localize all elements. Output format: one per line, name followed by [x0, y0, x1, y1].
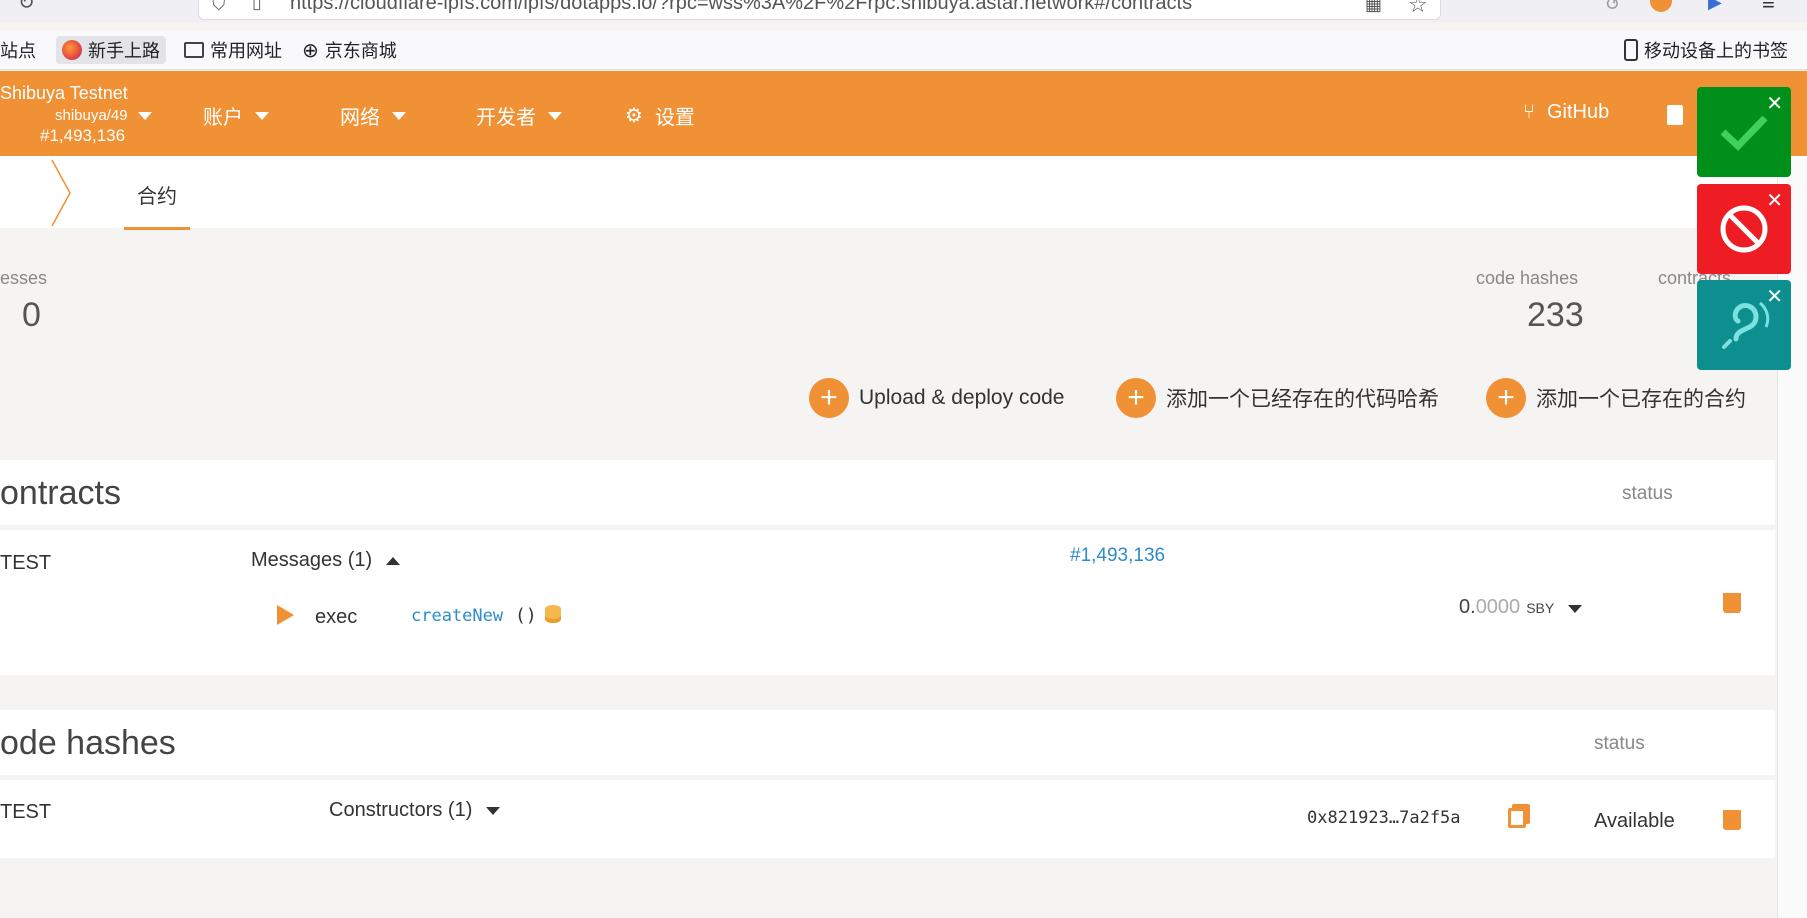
constructors-toggle[interactable]: Constructors (1) — [329, 799, 501, 822]
close-icon[interactable]: ✕ — [1766, 188, 1783, 213]
bookmark-getting-started[interactable]: 新手上路 — [56, 36, 166, 64]
app-menu-icon[interactable]: ≡ — [1762, 0, 1775, 16]
message-args: () — [515, 605, 537, 626]
message-name[interactable]: createNew — [411, 606, 503, 626]
mobile-device-icon — [1624, 39, 1638, 61]
code-hashes-status-header: status — [1594, 733, 1645, 754]
firefox-icon — [62, 40, 82, 60]
messages-toggle[interactable]: Messages (1) — [251, 549, 401, 572]
chevron-down-icon — [486, 806, 501, 815]
summary-value-code-hashes: 233 — [1527, 296, 1584, 334]
plus-icon: + — [1116, 378, 1156, 418]
tab-bar — [0, 156, 1807, 228]
page-info-icon[interactable]: ▯ — [252, 0, 262, 13]
chevron-down-icon — [1568, 605, 1583, 613]
close-icon[interactable]: ✕ — [1766, 284, 1783, 309]
shield-icon[interactable]: ⛉ — [212, 0, 226, 15]
contract-name: TEST — [0, 552, 52, 574]
checkmark-icon — [1720, 115, 1768, 151]
close-icon[interactable]: ✕ — [1766, 91, 1783, 116]
code-hash-name: TEST — [0, 801, 52, 823]
gears-icon: ⚙ — [625, 105, 643, 127]
header-block-number: #1,493,136 — [40, 126, 126, 145]
bookmark-common-sites[interactable]: 常用网址 — [178, 36, 288, 64]
contracts-status-header: status — [1622, 483, 1673, 504]
contracts-title: ontracts — [0, 474, 121, 512]
add-contract-button[interactable]: + 添加一个已存在的合约 — [1486, 378, 1746, 418]
docs-book-icon[interactable] — [1667, 105, 1683, 125]
reload-icon[interactable]: ↻ — [18, 0, 35, 15]
prohibited-icon — [1720, 205, 1768, 253]
delete-contract-icon[interactable] — [1723, 593, 1741, 613]
git-branch-icon: ⑂ — [1523, 101, 1535, 123]
globe-icon: ⊕ — [302, 39, 319, 62]
code-hashes-title: ode hashes — [0, 724, 176, 762]
plus-icon: + — [1486, 378, 1526, 418]
chevron-up-icon — [386, 556, 401, 565]
plus-icon: + — [809, 378, 849, 418]
copy-icon[interactable] — [1508, 808, 1526, 828]
summary-value-left: 0 — [22, 296, 41, 334]
listen-overlay-button[interactable]: ✕ — [1697, 280, 1791, 370]
exec-play-button[interactable] — [277, 605, 294, 625]
github-link[interactable]: ⑂ GitHub — [1523, 101, 1609, 124]
contracts-header — [0, 460, 1775, 525]
approve-overlay-button[interactable]: ✕ — [1697, 87, 1791, 177]
menu-settings[interactable]: ⚙ 设置 — [625, 101, 695, 130]
play-extension-icon[interactable]: ▶ — [1708, 0, 1722, 13]
code-hash-status: Available — [1594, 810, 1675, 832]
bookmark-jd-mall[interactable]: ⊕ 京东商城 — [296, 36, 403, 64]
code-hash-value: 0x821923…7a2f5a — [1307, 808, 1461, 828]
upload-deploy-button[interactable]: + Upload & deploy code — [809, 378, 1064, 418]
bookmark-sites[interactable]: 站点 — [0, 36, 42, 64]
chevron-down-icon — [548, 111, 562, 120]
chevron-down-icon — [137, 111, 152, 120]
bookmark-mobile[interactable]: 移动设备上的书签 — [1618, 36, 1794, 64]
menu-accounts[interactable]: 账户 — [203, 101, 269, 130]
menu-developer[interactable]: 开发者 — [476, 101, 562, 130]
block-overlay-button[interactable]: ✕ — [1697, 184, 1791, 274]
url-text[interactable]: https://cloudflare-ipfs.com/ipfs/dotapps… — [290, 0, 1192, 15]
chevron-down-icon — [255, 111, 269, 120]
chain-version-selector[interactable]: shibuya/49 — [55, 107, 152, 124]
chain-name[interactable]: Shibuya Testnet — [0, 83, 128, 104]
contract-balance[interactable]: 0. 0000 SBY — [1459, 596, 1583, 619]
breadcrumb-chevron-icon — [51, 159, 71, 227]
ear-icon — [1722, 301, 1770, 349]
code-hashes-header — [0, 710, 1775, 775]
summary-label-code-hashes: code hashes — [1476, 268, 1579, 288]
qr-code-icon[interactable]: ▦ — [1365, 0, 1382, 15]
sync-icon[interactable]: ↺ — [1605, 0, 1620, 15]
summary-label-left: esses — [0, 268, 48, 288]
star-bookmark-icon[interactable]: ☆ — [1408, 0, 1428, 18]
message-type: exec — [315, 606, 358, 628]
database-icon — [545, 605, 561, 623]
delete-code-hash-icon[interactable] — [1723, 810, 1741, 830]
menu-network[interactable]: 网络 — [340, 101, 406, 130]
folder-icon — [184, 42, 204, 58]
contract-block-link[interactable]: #1,493,136 — [1070, 545, 1165, 567]
tab-contracts[interactable]: 合约 — [124, 180, 190, 230]
chevron-down-icon — [392, 111, 406, 120]
add-code-hash-button[interactable]: + 添加一个已经存在的代码哈希 — [1116, 378, 1439, 418]
